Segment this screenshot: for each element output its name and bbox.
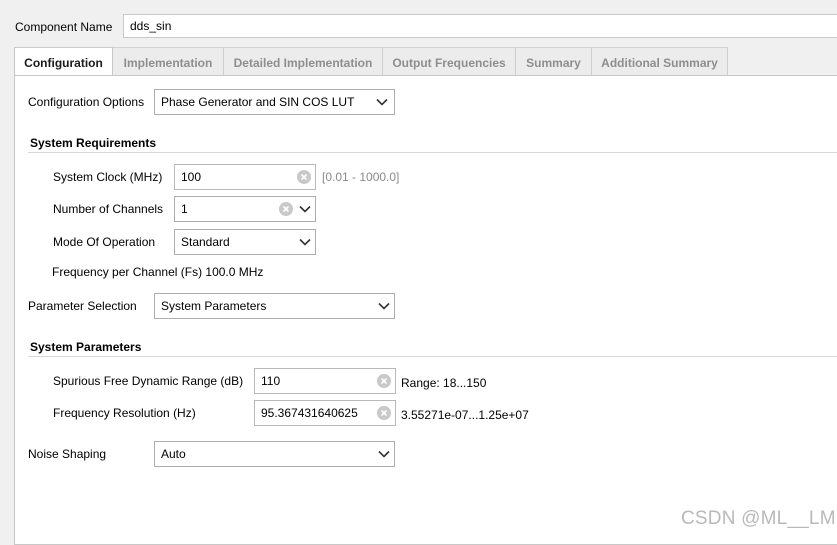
system-parameters-title: System Parameters [30,340,142,354]
parameter-selection-value: System Parameters [161,299,267,313]
system-requirements-title: System Requirements [30,136,157,150]
tab-configuration[interactable]: Configuration [14,47,113,77]
component-name-label: Component Name [15,20,113,34]
configuration-options-value: Phase Generator and SIN COS LUT [161,95,355,109]
configuration-options-label: Configuration Options [28,95,145,109]
system-clock-range: [0.01 - 1000.0] [322,170,400,184]
sfdr-label: Spurious Free Dynamic Range (dB) [53,374,244,388]
chevron-down-icon [378,302,390,310]
frequency-per-channel-text: Frequency per Channel (Fs) 100.0 MHz [52,265,264,279]
sfdr-range: Range: 18...150 [401,376,487,390]
number-of-channels-label: Number of Channels [53,202,164,216]
tab-additional-summary[interactable]: Additional Summary [592,47,728,76]
noise-shaping-select[interactable]: Auto [154,441,395,467]
parameter-selection-select[interactable]: System Parameters [154,293,395,319]
sfdr-input[interactable]: 110 [254,368,396,394]
component-name-input[interactable]: dds_sin [123,14,837,38]
number-of-channels-value: 1 [181,202,188,216]
tab-bar: Configuration Implementation Detailed Im… [14,47,837,77]
number-of-channels-select[interactable]: 1 [174,196,316,222]
frequency-resolution-range: 3.55271e-07...1.25e+07 [401,408,529,422]
watermark-text: CSDN @ML__LM [681,508,836,529]
clear-icon[interactable] [279,202,293,216]
clear-icon[interactable] [297,170,311,184]
tab-output-frequencies[interactable]: Output Frequencies [383,47,516,76]
frequency-resolution-value: 95.367431640625 [261,406,358,420]
mode-of-operation-select[interactable]: Standard [174,229,316,255]
tab-implementation[interactable]: Implementation [113,47,224,76]
system-clock-value: 100 [181,170,202,184]
tab-detailed-implementation[interactable]: Detailed Implementation [224,47,383,76]
mode-of-operation-value: Standard [181,235,230,249]
system-clock-label: System Clock (MHz) [53,170,163,184]
chevron-down-icon [299,205,311,213]
configuration-options-select[interactable]: Phase Generator and SIN COS LUT [154,89,395,115]
section-divider [28,356,837,357]
noise-shaping-value: Auto [161,447,186,461]
parameter-selection-label: Parameter Selection [28,299,137,313]
frequency-resolution-label: Frequency Resolution (Hz) [53,406,196,420]
chevron-down-icon [376,98,388,106]
mode-of-operation-label: Mode Of Operation [53,235,156,249]
chevron-down-icon [299,238,311,246]
clear-icon[interactable] [377,406,391,420]
chevron-down-icon [378,450,390,458]
noise-shaping-label: Noise Shaping [28,447,107,461]
tab-summary[interactable]: Summary [516,47,592,76]
sfdr-value: 110 [261,374,281,388]
clear-icon[interactable] [377,374,391,388]
system-clock-input[interactable]: 100 [174,164,316,190]
section-divider [28,152,837,153]
frequency-resolution-input[interactable]: 95.367431640625 [254,400,396,426]
